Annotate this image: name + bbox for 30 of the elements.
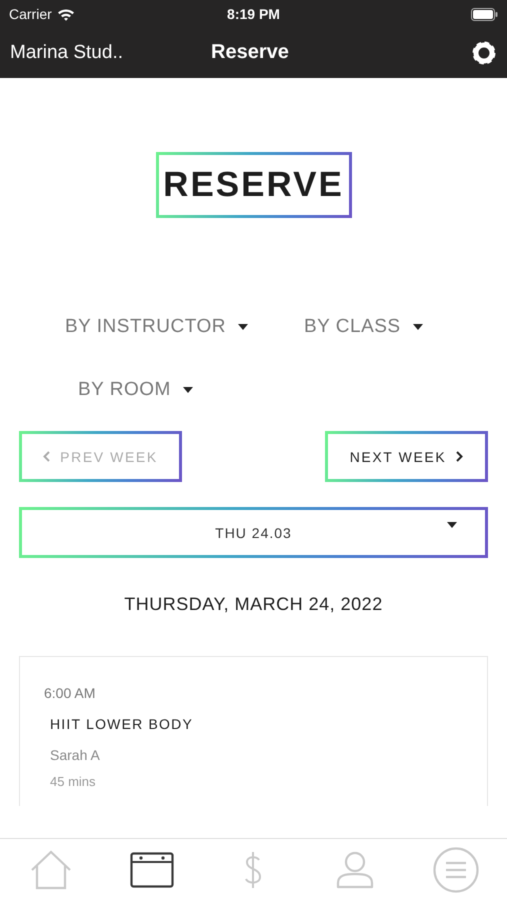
- filter-dropdown[interactable]: BY ROOM: [78, 375, 193, 405]
- filter-dropdown[interactable]: BY CLASS: [304, 312, 423, 342]
- caret-icon: [182, 387, 193, 393]
- wifi-icon: [56, 8, 75, 20]
- chevron-left-icon: [43, 451, 50, 462]
- instructor-name: Sarah A: [50, 747, 101, 763]
- battery-icon: [471, 8, 498, 20]
- calendar-icon[interactable]: [130, 852, 174, 888]
- day-heading: THURSDAY, MARCH 24, 2022: [123, 594, 384, 615]
- screen-title: Reserve: [211, 41, 289, 64]
- reserve-logo: RESERVE: [156, 152, 352, 218]
- class-card[interactable]: 6:00 AM HIIT LOWER BODY Sarah A 45 mins: [19, 656, 488, 806]
- dropdown-caret-icon: [447, 522, 457, 528]
- person-icon[interactable]: [336, 850, 374, 888]
- class-time: 6:00 AM: [44, 685, 96, 701]
- selected-date: THU 24.03: [215, 524, 292, 540]
- carrier-label: Carrier: [9, 6, 52, 22]
- class-duration: 45 mins: [50, 774, 97, 789]
- filter-dropdown[interactable]: BY INSTRUCTOR: [65, 312, 248, 342]
- menu-icon[interactable]: [433, 846, 480, 892]
- clock-time: 8:19 PM: [227, 6, 280, 22]
- back-button[interactable]: Marina Stud..: [10, 42, 123, 64]
- class-name: HIIT LOWER BODY: [50, 716, 194, 732]
- date-dropdown[interactable]: THU 24.03: [19, 507, 488, 558]
- caret-icon: [238, 324, 248, 330]
- next-week-button[interactable]: NEXT WEEK: [325, 431, 488, 482]
- caret-icon: [412, 324, 423, 330]
- home-icon[interactable]: [30, 850, 72, 890]
- settings-icon[interactable]: [471, 40, 497, 66]
- chevron-right-icon: [456, 451, 464, 462]
